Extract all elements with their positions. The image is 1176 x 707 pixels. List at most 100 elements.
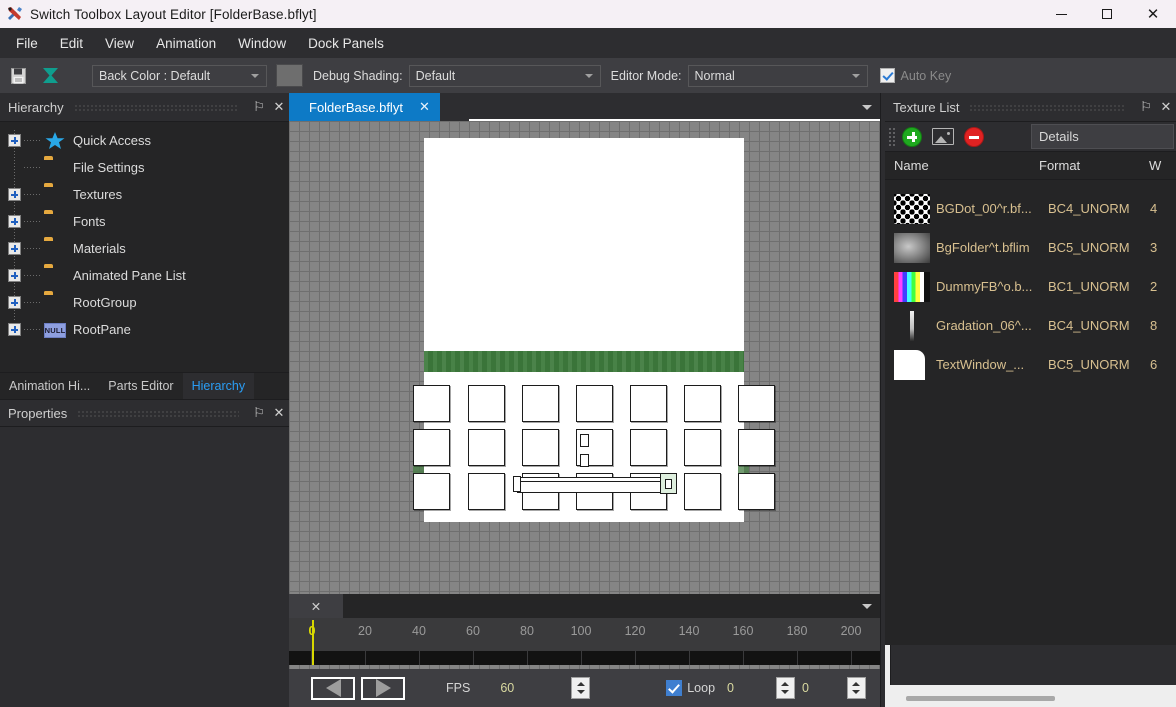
menu-dock-panels[interactable]: Dock Panels xyxy=(297,32,395,55)
fps-value[interactable]: 60 xyxy=(500,681,514,695)
tab-hierarchy[interactable]: Hierarchy xyxy=(183,373,255,399)
expand-icon[interactable] xyxy=(8,188,21,201)
text-window-pane-inner[interactable] xyxy=(517,481,662,493)
right-dock-divider[interactable] xyxy=(880,93,881,707)
back-color-combo[interactable]: Back Color : Default xyxy=(92,65,267,87)
expand-icon[interactable] xyxy=(8,242,21,255)
panel-grip[interactable] xyxy=(77,410,239,417)
fps-spinner[interactable] xyxy=(571,677,590,699)
loop-end-spinner[interactable] xyxy=(847,677,866,699)
editor-mode-combo[interactable]: Normal xyxy=(688,65,868,87)
tab-animation-history[interactable]: Animation Hi... xyxy=(0,373,99,399)
chevron-down-icon[interactable] xyxy=(854,594,880,618)
menu-animation[interactable]: Animation xyxy=(145,32,227,55)
grid-cell[interactable] xyxy=(684,473,721,510)
grid-cell[interactable] xyxy=(684,385,721,422)
grid-cell[interactable] xyxy=(738,473,775,510)
pin-icon[interactable]: ⚐ xyxy=(249,402,269,424)
loop-end-value[interactable]: 0 xyxy=(802,681,809,695)
tab-parts-editor[interactable]: Parts Editor xyxy=(99,373,182,399)
grid-cell[interactable] xyxy=(468,429,505,466)
grid-cell[interactable] xyxy=(413,429,450,466)
texture-row[interactable]: BGDot_00^r.bf... BC4_UNORM 4 xyxy=(885,189,1176,228)
document-tab-folderbase[interactable]: FolderBase.bflyt ✕ xyxy=(289,93,440,121)
grid-cell[interactable] xyxy=(630,429,667,466)
back-color-swatch[interactable] xyxy=(276,64,303,87)
expand-icon[interactable] xyxy=(8,323,21,336)
close-icon[interactable]: ✕ xyxy=(419,99,430,115)
texture-list-scrollbar[interactable] xyxy=(1171,152,1176,482)
expand-icon[interactable] xyxy=(8,269,21,282)
marker-pane[interactable] xyxy=(580,434,589,447)
replace-texture-icon[interactable] xyxy=(932,128,954,145)
grid-cell[interactable] xyxy=(630,385,667,422)
timeline-track[interactable] xyxy=(289,651,880,665)
menu-edit[interactable]: Edit xyxy=(49,32,94,55)
tree-node-file-settings[interactable]: File Settings xyxy=(0,154,289,181)
text-window-handle-left[interactable] xyxy=(513,476,521,492)
texture-row[interactable]: Gradation_06^... BC4_UNORM 8 xyxy=(885,306,1176,345)
chevron-down-icon[interactable] xyxy=(854,93,880,121)
grid-cell[interactable] xyxy=(413,473,450,510)
loop-checkbox[interactable] xyxy=(666,680,682,696)
tree-node-rootgroup[interactable]: RootGroup xyxy=(0,289,289,316)
grid-cell[interactable] xyxy=(522,385,559,422)
details-button[interactable]: Details xyxy=(1031,124,1174,149)
close-icon[interactable]: ✕ xyxy=(269,402,289,424)
auto-key-checkbox[interactable] xyxy=(880,68,895,83)
menu-view[interactable]: View xyxy=(94,32,145,55)
tree-node-textures[interactable]: Textures xyxy=(0,181,289,208)
expand-icon[interactable] xyxy=(8,296,21,309)
expand-icon[interactable] xyxy=(8,134,21,147)
tree-node-rootpane[interactable]: NULL RootPane xyxy=(0,316,289,343)
texture-row[interactable]: TextWindow_... BC5_UNORM 6 xyxy=(885,345,1176,384)
toolbar-grip[interactable] xyxy=(888,127,896,147)
maximize-button[interactable] xyxy=(1084,0,1130,28)
close-icon[interactable]: ✕ xyxy=(311,599,321,614)
tree-node-materials[interactable]: Materials xyxy=(0,235,289,262)
save-icon[interactable] xyxy=(4,63,32,89)
menu-file[interactable]: File xyxy=(5,32,49,55)
pane-tool-icon[interactable] xyxy=(36,63,64,89)
loop-start-spinner[interactable] xyxy=(776,677,795,699)
timeline-tab[interactable]: ✕ xyxy=(289,594,343,618)
marker-pane[interactable] xyxy=(580,454,589,467)
grid-cell[interactable] xyxy=(738,385,775,422)
panel-grip[interactable] xyxy=(969,104,1126,111)
close-button[interactable]: ✕ xyxy=(1130,0,1176,28)
tree-node-quick-access[interactable]: Quick Access xyxy=(0,127,289,154)
text-window-icon[interactable] xyxy=(660,473,677,494)
column-header-format[interactable]: Format xyxy=(1039,158,1149,173)
loop-start-value[interactable]: 0 xyxy=(727,681,734,695)
minimize-button[interactable] xyxy=(1038,0,1084,28)
column-header-width[interactable]: W xyxy=(1149,158,1161,173)
grid-cell[interactable] xyxy=(738,429,775,466)
pin-icon[interactable]: ⚐ xyxy=(1136,96,1156,118)
close-icon[interactable]: ✕ xyxy=(1156,96,1176,118)
pin-icon[interactable]: ⚐ xyxy=(249,96,269,118)
grid-cell[interactable] xyxy=(468,473,505,510)
expand-icon[interactable] xyxy=(8,215,21,228)
tree-node-animated-pane-list[interactable]: Animated Pane List xyxy=(0,262,289,289)
grid-cell[interactable] xyxy=(468,385,505,422)
texture-row[interactable]: DummyFB^o.b... BC1_UNORM 2 xyxy=(885,267,1176,306)
close-icon[interactable]: ✕ xyxy=(269,96,289,118)
timeline-playhead[interactable] xyxy=(312,620,314,665)
add-texture-icon[interactable] xyxy=(902,127,922,147)
grid-cell[interactable] xyxy=(684,429,721,466)
menu-window[interactable]: Window xyxy=(227,32,297,55)
texture-row[interactable]: BgFolder^t.bflim BC5_UNORM 3 xyxy=(885,228,1176,267)
step-back-button[interactable] xyxy=(311,677,355,700)
remove-texture-icon[interactable] xyxy=(964,127,984,147)
debug-shading-combo[interactable]: Default xyxy=(409,65,601,87)
panel-grip[interactable] xyxy=(74,104,239,111)
tree-node-fonts[interactable]: Fonts xyxy=(0,208,289,235)
grid-cell[interactable] xyxy=(576,385,613,422)
column-header-name[interactable]: Name xyxy=(894,158,1039,173)
step-forward-button[interactable] xyxy=(361,677,405,700)
timeline-ruler[interactable]: 0 20 40 60 80 100 120 140 160 180 200 xyxy=(289,618,880,651)
grid-cell[interactable] xyxy=(413,385,450,422)
grid-cell[interactable] xyxy=(522,429,559,466)
accent-bar-pane[interactable] xyxy=(424,351,744,372)
horizontal-scrollbar[interactable] xyxy=(906,696,1055,701)
